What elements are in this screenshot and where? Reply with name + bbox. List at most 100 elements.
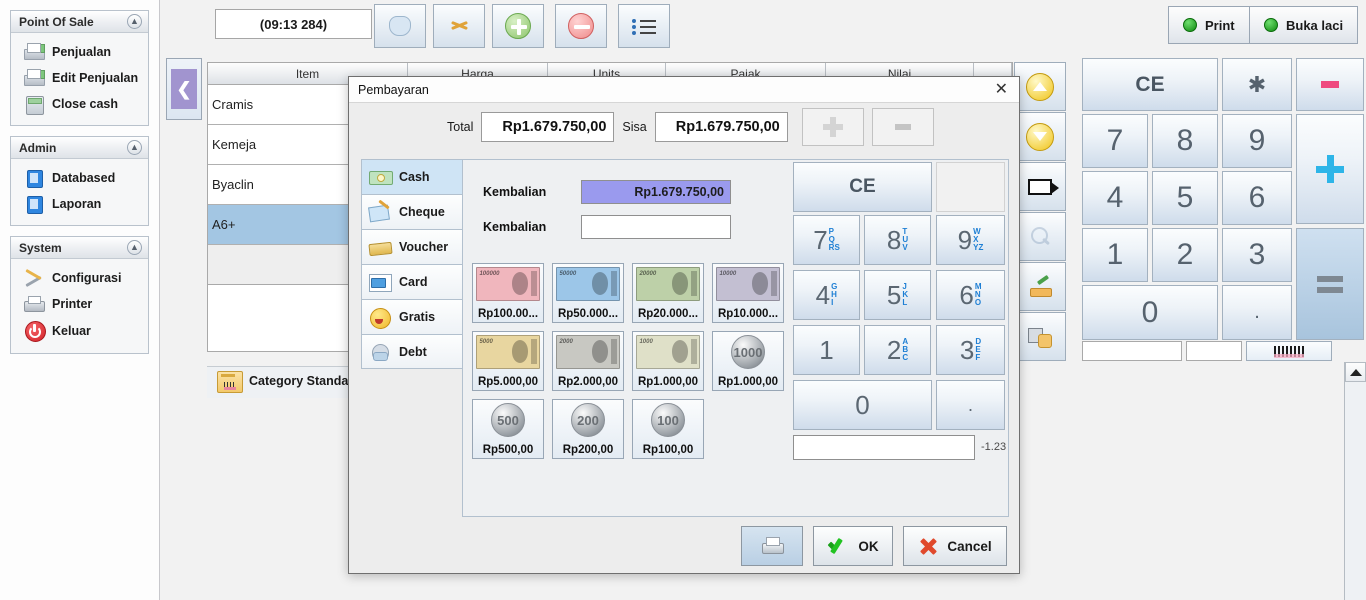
sidebar-item-close-cash[interactable]: Close cash	[15, 91, 144, 117]
dialog-titlebar: Pembayaran ✕	[349, 77, 1019, 103]
key-digit: 4	[815, 280, 831, 310]
sidebar-item-printer[interactable]: Printer	[15, 291, 144, 317]
ok-button[interactable]: OK	[813, 526, 893, 566]
dialog-keypad-ce-button[interactable]: CE	[793, 162, 932, 212]
denomination-button[interactable]: 50000 Rp50.000...	[552, 263, 624, 323]
dialog-keypad-key-9[interactable]: 9 W X YZ	[936, 215, 1005, 265]
dialog-keypad-key-5[interactable]: 5JKL	[864, 270, 931, 320]
keypad-display-field-2[interactable]	[1186, 341, 1242, 361]
keypad-display-field-1[interactable]	[1082, 341, 1182, 361]
denomination-button[interactable]: 200 Rp200,00	[552, 399, 624, 459]
increase-payment-button[interactable]	[801, 108, 864, 146]
print-button[interactable]: Print	[1168, 6, 1250, 44]
amount-input[interactable]	[793, 435, 975, 460]
customer-button[interactable]	[374, 4, 426, 48]
key-letters: TUV	[902, 227, 909, 252]
sale-printer-icon	[23, 42, 45, 62]
keypad-key-9[interactable]: 9	[1222, 114, 1292, 168]
dialog-keypad-key-3[interactable]: 3DEF	[936, 325, 1005, 375]
tab-debt[interactable]: Debt	[361, 334, 463, 369]
tab-voucher[interactable]: Voucher	[361, 229, 463, 264]
sidebar-collapse-button[interactable]: ❮	[166, 58, 202, 120]
sidebar-section-point-of-sale: Point Of Sale ▲ Penjualan Edit Penjualan…	[10, 10, 149, 126]
tag-button[interactable]	[1014, 162, 1066, 211]
keypad-key-5[interactable]: 5	[1152, 171, 1218, 225]
keypad-ce-button[interactable]: CE	[1082, 58, 1218, 111]
keypad-equals-button[interactable]	[1296, 228, 1364, 340]
denomination-button[interactable]: 20000 Rp20.000...	[632, 263, 704, 323]
sidebar-item-databased[interactable]: Databased	[15, 165, 144, 191]
denomination-button[interactable]: 100 Rp100,00	[632, 399, 704, 459]
scrollbar-up-button[interactable]	[1345, 362, 1366, 382]
move-up-button[interactable]	[1014, 62, 1066, 111]
keypad-minus-button[interactable]	[1296, 58, 1364, 111]
keypad-key-decimal[interactable]: .	[1222, 285, 1292, 340]
denomination-button[interactable]: 2000 Rp2.000,00	[552, 331, 624, 391]
keypad-key-8[interactable]: 8	[1152, 114, 1218, 168]
keypad-key-3[interactable]: 3	[1222, 228, 1292, 282]
keyboard-button[interactable]	[1014, 312, 1066, 361]
sidebar-item-penjualan[interactable]: Penjualan	[15, 39, 144, 65]
dialog-keypad-key-2[interactable]: 2ABC	[864, 325, 931, 375]
chevron-up-icon[interactable]: ▲	[127, 14, 142, 29]
dialog-keypad-key-8[interactable]: 8TUV	[864, 215, 931, 265]
chevron-up-icon[interactable]: ▲	[127, 240, 142, 255]
keypad-key-4[interactable]: 4	[1082, 171, 1148, 225]
dialog-keypad-key-decimal[interactable]: .	[936, 380, 1005, 430]
denomination-button[interactable]: 1000 Rp1.000,00	[712, 331, 784, 391]
dialog-keypad-key-4[interactable]: 4GHI	[793, 270, 860, 320]
chevron-up-icon[interactable]: ▲	[127, 140, 142, 155]
dialog-keypad-key-1[interactable]: 1	[793, 325, 860, 375]
add-line-button[interactable]	[492, 4, 544, 48]
sidebar-section-header[interactable]: Admin ▲	[11, 137, 148, 159]
move-down-button[interactable]	[1014, 112, 1066, 161]
dialog-print-button[interactable]	[741, 526, 803, 566]
keypad-key-0[interactable]: 0	[1082, 285, 1218, 340]
search-button[interactable]	[1014, 212, 1066, 261]
denomination-button[interactable]: 500 Rp500,00	[472, 399, 544, 459]
keypad-key-7[interactable]: 7	[1082, 114, 1148, 168]
remove-line-button[interactable]	[555, 4, 607, 48]
minus-icon	[894, 124, 911, 130]
category-item-standard[interactable]: Category Standard	[211, 369, 367, 393]
sidebar-section-header[interactable]: Point Of Sale ▲	[11, 11, 148, 33]
sidebar-item-configurasi[interactable]: Configurasi	[15, 265, 144, 291]
wrench-icon	[23, 268, 45, 288]
sidebar-section-header[interactable]: System ▲	[11, 237, 148, 259]
denomination-button[interactable]: 10000 Rp10.000...	[712, 263, 784, 323]
dialog-keypad-blank-button[interactable]	[936, 162, 1005, 212]
denomination-button[interactable]: 5000 Rp5.000,00	[472, 331, 544, 391]
dialog-keypad-key-7[interactable]: 7 P Q RS	[793, 215, 860, 265]
sidebar-item-laporan[interactable]: Laporan	[15, 191, 144, 217]
keypad-key-2[interactable]: 2	[1152, 228, 1218, 282]
cancel-button[interactable]: Cancel	[903, 526, 1007, 566]
edit-button[interactable]	[1014, 262, 1066, 311]
tab-cheque[interactable]: Cheque	[361, 194, 463, 229]
close-icon[interactable]: ✕	[993, 81, 1010, 98]
cheque-icon	[368, 202, 392, 222]
keypad-key-1[interactable]: 1	[1082, 228, 1148, 282]
kembalian-input[interactable]	[581, 215, 731, 239]
decrease-payment-button[interactable]	[871, 108, 934, 146]
list-button[interactable]	[618, 4, 670, 48]
discount-button[interactable]	[433, 4, 485, 48]
database-icon	[23, 168, 45, 188]
tab-gratis[interactable]: Gratis	[361, 299, 463, 334]
denomination-button[interactable]: 1000 Rp1.000,00	[632, 331, 704, 391]
yellow-down-arrow-icon	[1026, 122, 1054, 151]
right-scrollbar[interactable]	[1344, 362, 1366, 600]
denomination-button[interactable]: 100000 Rp100.00...	[472, 263, 544, 323]
keypad-plus-button[interactable]	[1296, 114, 1364, 224]
open-drawer-button[interactable]: Buka laci	[1249, 6, 1359, 44]
dialog-keypad-key-6[interactable]: 6MNO	[936, 270, 1005, 320]
coin-face: 100	[651, 403, 685, 437]
sidebar-item-keluar[interactable]: Keluar	[15, 317, 144, 345]
tab-cash[interactable]: Cash	[361, 159, 463, 194]
dialog-keypad-key-0[interactable]: 0	[793, 380, 932, 430]
barcode-button[interactable]	[1246, 341, 1332, 361]
tab-card[interactable]: Card	[361, 264, 463, 299]
keypad-key-6[interactable]: 6	[1222, 171, 1292, 225]
keypad-star-button[interactable]: ✱	[1222, 58, 1292, 111]
sidebar-item-edit-penjualan[interactable]: Edit Penjualan	[15, 65, 144, 91]
timer-field[interactable]: (09:13 284)	[215, 9, 372, 39]
